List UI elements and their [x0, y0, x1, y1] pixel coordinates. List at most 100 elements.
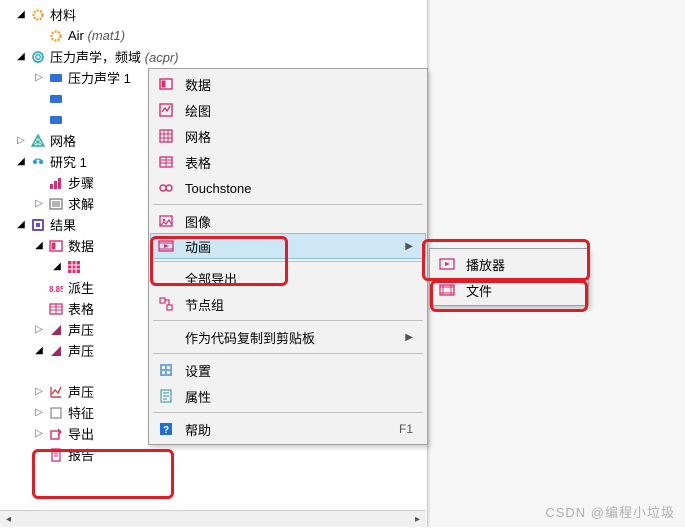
menu-shortcut: F1: [383, 422, 413, 436]
menu-separator: [153, 204, 423, 205]
mesh-icon: [30, 133, 46, 149]
image-icon: [157, 212, 175, 230]
step-icon: [48, 175, 64, 191]
plot2d-icon: [48, 343, 64, 359]
menu-separator: [153, 261, 423, 262]
menu-label: 设置: [185, 361, 413, 380]
results-icon: [30, 217, 46, 233]
animation-icon: [157, 237, 175, 255]
caret-icon: ◢: [16, 9, 26, 20]
material-name: Air: [68, 28, 84, 43]
horizontal-scrollbar[interactable]: ◂ ▸: [0, 510, 426, 527]
menu-label: 作为代码复制到剪贴板: [185, 328, 373, 347]
materials-icon: [30, 7, 46, 23]
svg-text:?: ?: [163, 425, 169, 436]
solver-icon: [48, 196, 64, 212]
properties-icon: [157, 387, 175, 405]
tree-label: 报告: [68, 445, 429, 464]
plot1d-icon: [48, 384, 64, 400]
caret-right: ▷: [34, 324, 44, 335]
node-group-icon: [157, 295, 175, 313]
player-icon: [438, 255, 456, 273]
physics-icon: [30, 49, 46, 65]
caret-icon: ◢: [34, 240, 44, 251]
menu-label: 绘图: [185, 101, 413, 120]
caret-icon: ◢: [52, 261, 62, 272]
export-icon: [48, 426, 64, 442]
menu-label: Touchstone: [185, 181, 413, 196]
menu-separator: [153, 353, 423, 354]
scroll-left-button[interactable]: ◂: [0, 511, 17, 528]
plots-icon: [157, 101, 175, 119]
menu-separator: [153, 320, 423, 321]
context-menu: 数据 绘图 网格 表格 Touchstone 图像 动画 ▶: [148, 68, 428, 445]
menu-item-plots[interactable]: 绘图: [151, 97, 425, 123]
caret-right: ▷: [34, 198, 44, 209]
tree-node-air[interactable]: Air (mat1): [34, 25, 429, 46]
tree-label: Air (mat1): [68, 28, 429, 43]
menu-item-help[interactable]: ? 帮助 F1: [151, 416, 425, 442]
caret-right: ▷: [34, 72, 44, 83]
feature-icon: [48, 112, 64, 128]
tree-label: 材料: [50, 5, 429, 24]
derived-icon: 8.85: [48, 280, 64, 296]
menu-label: 图像: [185, 212, 413, 231]
menu-item-image[interactable]: 图像: [151, 208, 425, 234]
file-icon: [438, 281, 456, 299]
menu-item-mesh[interactable]: 网格: [151, 123, 425, 149]
datasets-icon: [48, 238, 64, 254]
watermark: CSDN @编程小垃圾: [545, 502, 675, 521]
caret-right: ▷: [16, 135, 26, 146]
tree-node-pressure-acoustics[interactable]: ◢ 压力声学，频域 (acpr): [16, 46, 429, 67]
tables-icon: [48, 301, 64, 317]
data-icon: [157, 75, 175, 93]
menu-item-node-group[interactable]: 节点组: [151, 291, 425, 317]
menu-label: 帮助: [185, 420, 373, 439]
dataset-icon: [66, 259, 82, 275]
study-icon: [30, 154, 46, 170]
eval-icon: [48, 405, 64, 421]
touchstone-icon: [157, 179, 175, 197]
caret-right: ▷: [34, 407, 44, 418]
mesh-icon: [157, 127, 175, 145]
menu-item-animation[interactable]: 动画 ▶: [150, 233, 426, 259]
menu-label: 网格: [185, 127, 413, 146]
feature-icon: [48, 70, 64, 86]
caret-icon: ◢: [16, 51, 26, 62]
copy-icon: [157, 328, 175, 346]
feature-icon: [48, 91, 64, 107]
material-icon: [48, 28, 64, 44]
menu-label: 属性: [185, 387, 413, 406]
menu-item-tables[interactable]: 表格: [151, 149, 425, 175]
menu-item-touchstone[interactable]: Touchstone: [151, 175, 425, 201]
reports-icon: [48, 447, 64, 463]
submenu-arrow-icon: ▶: [383, 241, 413, 252]
export-all-icon: [157, 269, 175, 287]
submenu-item-file[interactable]: 文件: [432, 277, 586, 303]
menu-separator: [153, 412, 423, 413]
submenu-arrow-icon: ▶: [383, 332, 413, 343]
submenu-item-player[interactable]: 播放器: [432, 251, 586, 277]
material-tag: (mat1): [88, 28, 126, 43]
plot2d-icon: [48, 322, 64, 338]
menu-item-properties[interactable]: 属性: [151, 383, 425, 409]
menu-item-settings[interactable]: 设置: [151, 357, 425, 383]
menu-label: 表格: [185, 153, 413, 172]
menu-label: 全部导出: [185, 269, 413, 288]
animation-submenu: 播放器 文件: [429, 248, 589, 306]
physics-tag: (acpr): [145, 50, 179, 65]
menu-item-copy-code[interactable]: 作为代码复制到剪贴板 ▶: [151, 324, 425, 350]
menu-label: 数据: [185, 75, 413, 94]
svg-text:8.85: 8.85: [49, 285, 63, 294]
caret-right: ▷: [34, 386, 44, 397]
menu-item-data[interactable]: 数据: [151, 71, 425, 97]
menu-label: 文件: [466, 281, 574, 300]
menu-label: 动画: [185, 237, 373, 256]
menu-item-export-all[interactable]: 全部导出: [151, 265, 425, 291]
caret-icon: ◢: [34, 345, 44, 356]
tree-node-materials[interactable]: ◢ 材料: [16, 4, 429, 25]
tables-icon: [157, 153, 175, 171]
scroll-right-button[interactable]: ▸: [409, 511, 426, 528]
caret-icon: ◢: [16, 156, 26, 167]
tree-node-reports[interactable]: 报告: [34, 444, 429, 465]
